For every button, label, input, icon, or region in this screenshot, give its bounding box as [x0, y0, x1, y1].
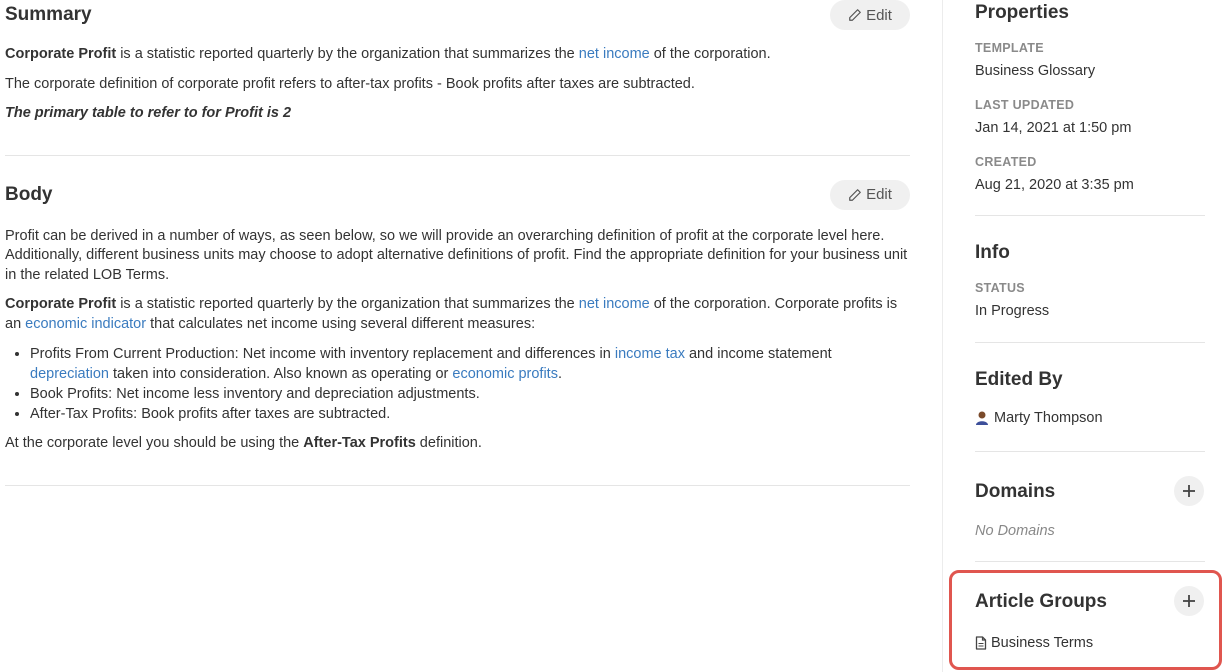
list-text: and income statement — [684, 346, 832, 362]
list-text: . — [557, 366, 562, 382]
section-divider — [5, 484, 910, 486]
net-income-link[interactable]: net income — [579, 46, 650, 62]
editor[interactable]: Marty Thompson — [975, 410, 1103, 426]
summary-title: Summary — [5, 4, 92, 25]
summary-note: The primary table to refer to for Profit… — [5, 105, 292, 121]
summary-text: of the corporation. — [649, 46, 771, 62]
template-label: TEMPLATE — [975, 41, 1044, 55]
summary-paragraph-1: Corporate Profit is a statistic reported… — [5, 45, 910, 65]
created-value: Aug 21, 2020 at 3:35 pm — [975, 177, 1134, 193]
body-title: Body — [5, 183, 53, 205]
main-content: Summary Edit Corporate Profit is a stati… — [5, 0, 910, 486]
sidebar-divider — [975, 451, 1205, 452]
summary-text: is a statistic reported quarterly by the… — [116, 46, 579, 62]
template-value: Business Glossary — [975, 63, 1096, 79]
summary-paragraph-3: The primary table to refer to for Profit… — [5, 104, 910, 124]
summary-edit-button[interactable]: Edit — [830, 0, 910, 30]
sidebar-divider — [975, 561, 1205, 562]
pencil-icon — [849, 188, 861, 201]
body-text: At the corporate level you should be usi… — [5, 435, 304, 451]
list-text: taken into consideration. Also known as … — [109, 366, 453, 382]
created-label: CREATED — [975, 155, 1037, 169]
body-header: Body Edit — [5, 179, 910, 210]
summary-paragraph-2: The corporate definition of corporate pr… — [5, 75, 695, 92]
profit-measures-list: Profits From Current Production: Net inc… — [30, 344, 910, 424]
body-paragraph-2: Corporate Profit is a statistic reported… — [5, 295, 910, 334]
net-income-link[interactable]: net income — [579, 296, 650, 312]
avatar — [976, 411, 988, 425]
article-groups-highlight — [949, 570, 1222, 670]
pencil-icon — [849, 9, 861, 21]
list-item: Book Profits: Net income less inventory … — [30, 384, 910, 404]
body-edit-button[interactable]: Edit — [830, 179, 910, 210]
body-text: definition. — [415, 435, 482, 451]
economic-profits-link[interactable]: economic profits — [452, 366, 558, 382]
economic-indicator-link[interactable]: economic indicator — [25, 316, 146, 332]
body-text: is a statistic reported quarterly by the… — [116, 296, 579, 312]
editor-name: Marty Thompson — [994, 410, 1103, 426]
info-title: Info — [975, 242, 1010, 263]
plus-icon — [1183, 485, 1195, 497]
summary-header: Summary Edit — [5, 0, 910, 30]
sidebar-divider — [975, 342, 1205, 343]
domains-title: Domains — [975, 481, 1056, 502]
status-label: STATUS — [975, 281, 1025, 295]
body-edit-label: Edit — [866, 186, 892, 203]
depreciation-link[interactable]: depreciation — [30, 366, 109, 382]
no-domains-text: No Domains — [975, 523, 1055, 539]
sidebar-separator — [942, 0, 943, 672]
summary-edit-label: Edit — [866, 6, 892, 24]
body-paragraph-1: Profit can be derived in a number of way… — [5, 227, 908, 283]
body-term: Corporate Profit — [5, 296, 117, 312]
add-domain-button[interactable] — [1174, 476, 1204, 506]
last-updated-label: LAST UPDATED — [975, 98, 1075, 112]
list-text: Profits From Current Production: Net inc… — [30, 346, 615, 362]
body-text: that calculates net income using several… — [146, 315, 536, 332]
status-value: In Progress — [975, 303, 1050, 319]
income-tax-link[interactable]: income tax — [615, 346, 685, 362]
edited-by-title: Edited By — [975, 369, 1063, 390]
list-item: After-Tax Profits: Book profits after ta… — [30, 404, 910, 424]
list-item: Profits From Current Production: Net inc… — [30, 344, 910, 384]
body-paragraph-3: At the corporate level you should be usi… — [5, 434, 910, 454]
properties-title: Properties — [975, 2, 1069, 23]
summary-term: Corporate Profit — [5, 46, 117, 62]
last-updated-value: Jan 14, 2021 at 1:50 pm — [975, 120, 1132, 136]
body-emphasis: After-Tax Profits — [303, 435, 416, 451]
sidebar-divider — [975, 215, 1205, 216]
